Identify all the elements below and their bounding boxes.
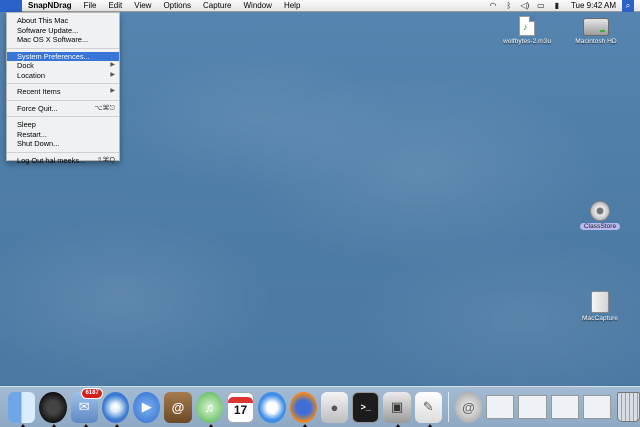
disc-icon <box>590 201 610 221</box>
finder-icon[interactable] <box>8 391 36 427</box>
minimized-window-2[interactable] <box>518 395 547 419</box>
menu-item-shortcut: ⌥⌘⎋ <box>94 104 115 112</box>
menu-item-label: Mac OS X Software... <box>17 35 89 44</box>
trash-icon[interactable] <box>617 392 640 422</box>
downloads-icon[interactable]: @ <box>454 391 483 423</box>
submenu-arrow-icon: ▶ <box>110 62 115 68</box>
menu-item-label: Restart... <box>17 129 47 139</box>
desktop-maccapture[interactable]: MacCapture <box>572 291 628 322</box>
menu-help[interactable]: Help <box>278 0 306 12</box>
external-drive-icon <box>591 291 609 313</box>
menu-separator <box>7 47 119 49</box>
textedit-icon[interactable]: ✎ <box>414 391 442 427</box>
menu-separator <box>7 116 119 117</box>
desktop-icon-label: ClassStore <box>579 223 621 230</box>
wifi-icon[interactable]: ◠ <box>485 1 501 10</box>
apple-menu-dropdown: About This Mac Software Update... Mac OS… <box>6 12 120 165</box>
menu-capture[interactable]: Capture <box>197 0 237 12</box>
menu-item-restart[interactable]: Restart... <box>7 130 119 140</box>
desktop-icon-label: Macintosh HD <box>575 38 617 45</box>
terminal-icon[interactable]: >_ <box>352 391 380 423</box>
submenu-arrow-icon: ▶ <box>110 88 115 94</box>
firefox-icon[interactable] <box>289 391 317 427</box>
menu-item-recent-items[interactable]: Recent Items ▶ <box>7 87 119 97</box>
snapndrag-icon[interactable]: ▣ <box>383 391 411 427</box>
menu-item-label: System Preferences... <box>17 51 90 61</box>
menu-item-shut-down[interactable]: Shut Down... <box>7 139 119 149</box>
mail-icon[interactable]: ✉ 6187 <box>70 387 103 427</box>
minimized-window-3[interactable] <box>550 395 580 419</box>
menu-item-log-out[interactable]: Log Out hal meeks... ⇧⌘Q <box>7 156 119 166</box>
menu-separator <box>7 151 119 153</box>
menu-item-dock[interactable]: Dock ▶ <box>7 61 119 71</box>
menu-separator <box>7 83 119 84</box>
volume-icon[interactable]: ◁) <box>517 1 533 10</box>
menu-item-label: Software Update... <box>17 25 79 35</box>
menu-item-label: Sleep <box>17 120 36 129</box>
ical-icon[interactable]: 17 <box>226 391 255 423</box>
menu-item-label: Location <box>17 70 45 80</box>
desktop-classstore[interactable]: ClassStore <box>572 201 628 230</box>
hard-drive-icon <box>583 18 609 36</box>
preview-icon[interactable]: ● <box>320 391 349 423</box>
menu-item-label: Dock <box>17 61 34 70</box>
quicktime-icon[interactable]: Q <box>258 391 286 423</box>
menu-item-system-preferences[interactable]: System Preferences... <box>7 51 119 61</box>
desktop-file-m3u[interactable]: ♪ wolfbytes-2.m3u <box>492 16 562 45</box>
menu-item-label: About This Mac <box>17 16 69 25</box>
menu-edit[interactable]: Edit <box>102 0 128 12</box>
menu-item-label: Log Out hal meeks... <box>17 155 86 165</box>
spotlight-icon[interactable]: ⌕ <box>622 0 634 12</box>
minimized-window-1[interactable] <box>486 395 515 419</box>
menu-item-mac-os-x-software[interactable]: Mac OS X Software... <box>7 35 119 45</box>
menu-item-about[interactable]: About This Mac <box>7 16 119 26</box>
mail-badge: 6187 <box>81 387 103 399</box>
dock-divider <box>447 392 449 422</box>
menu-file[interactable]: File <box>78 0 103 12</box>
desktop-icon-label: wolfbytes-2.m3u <box>502 38 551 45</box>
battery-icon[interactable]: ▮ <box>549 1 565 10</box>
menu-item-force-quit[interactable]: Force Quit... ⌥⌘⎋ <box>7 104 119 114</box>
safari-icon[interactable]: ✦ <box>101 391 130 427</box>
submenu-arrow-icon: ▶ <box>110 71 115 78</box>
music-playlist-icon: ♪ <box>519 16 535 36</box>
ichat-icon[interactable]: ▶ <box>133 391 161 423</box>
status-area: ◠ ᛒ ◁) ▭ ▮ Tue 9:42 AM ⌕ <box>485 0 640 12</box>
menu-window[interactable]: Window <box>238 0 278 12</box>
menu-item-software-update[interactable]: Software Update... <box>7 26 119 36</box>
menu-separator <box>7 99 119 101</box>
display-icon[interactable]: ▭ <box>533 1 549 10</box>
menu-bar: SnapNDrag File Edit View Options Capture… <box>0 0 640 12</box>
menu-item-location[interactable]: Location ▶ <box>7 71 119 81</box>
menu-item-label: Shut Down... <box>17 139 60 148</box>
bluetooth-icon[interactable]: ᛒ <box>501 1 517 10</box>
itunes-icon[interactable]: ♫ <box>195 391 223 427</box>
clock[interactable]: Tue 9:42 AM <box>565 1 622 10</box>
menu-item-shortcut: ⇧⌘Q <box>96 156 115 164</box>
minimized-window-4[interactable] <box>583 395 612 419</box>
address-book-icon[interactable]: @ <box>164 391 192 423</box>
apple-icon[interactable] <box>0 0 22 12</box>
menu-item-label: Force Quit... <box>17 103 58 113</box>
ical-date: 17 <box>233 403 248 417</box>
menu-app-name[interactable]: SnapNDrag <box>22 0 78 12</box>
dashboard-icon[interactable] <box>39 391 67 427</box>
menu-options[interactable]: Options <box>157 0 197 12</box>
menu-item-label: Recent Items <box>17 87 61 96</box>
desktop-macintosh-hd[interactable]: Macintosh HD <box>566 18 626 45</box>
desktop-icon-label: MacCapture <box>582 315 618 322</box>
menu-view[interactable]: View <box>128 0 157 12</box>
dock: ✉ 6187 ✦ ▶ @ ♫ 17 Q ● >_ ▣ ✎ @ <box>0 386 640 427</box>
menu-item-sleep[interactable]: Sleep <box>7 120 119 130</box>
